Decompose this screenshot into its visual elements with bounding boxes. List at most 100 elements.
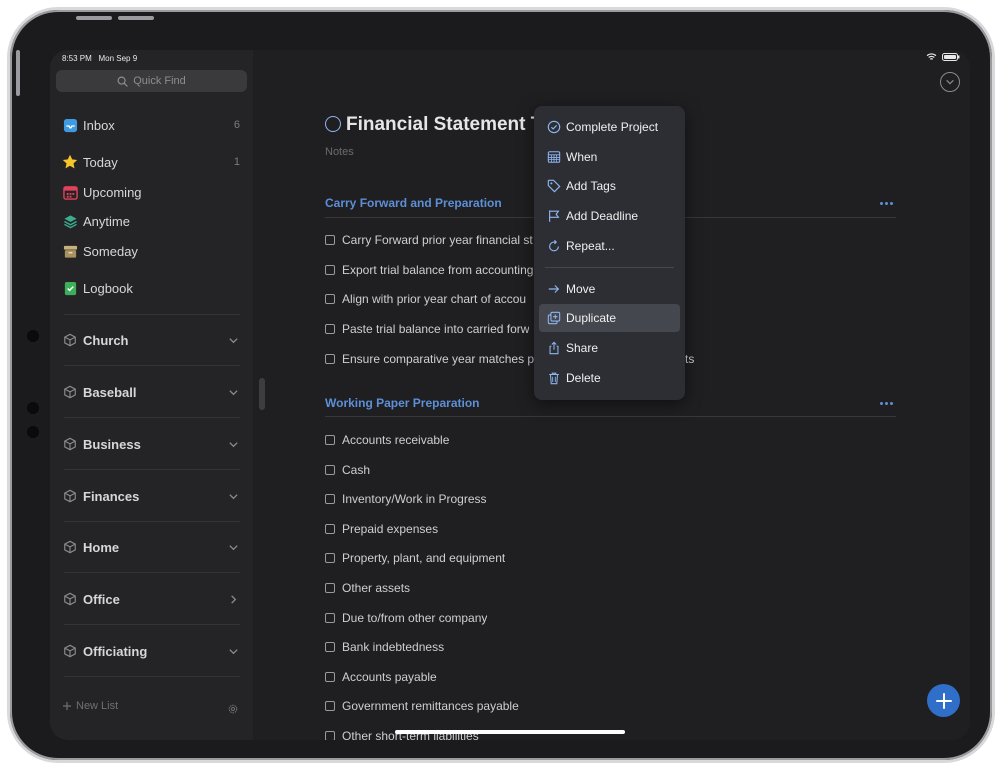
menu-item-delete[interactable]: Delete [539,364,680,392]
quick-find-placeholder: Quick Find [133,75,186,87]
menu-item-move[interactable]: Move [539,275,680,303]
menu-item-add-tags[interactable]: Add Tags [539,172,680,200]
task-checkbox[interactable] [325,642,335,652]
task-item[interactable]: Cash [325,462,370,478]
sidebar-item-upcoming[interactable]: Upcoming [62,182,240,202]
chevron-down-icon [946,79,954,85]
task-checkbox[interactable] [325,354,335,364]
task-item[interactable]: Paste trial balance into carried forw [325,321,529,337]
chevron-down-icon[interactable] [226,489,240,503]
task-checkbox[interactable] [325,494,335,504]
task-item[interactable]: Government remittances payable [325,698,519,714]
menu-item-label: Delete [566,371,601,385]
sidebar-area-office[interactable]: Office [62,589,240,609]
sidebar-area-business[interactable]: Business [62,434,240,454]
chevron-down-icon[interactable] [226,385,240,399]
chevron-down-icon[interactable] [226,333,240,347]
home-indicator[interactable] [395,730,625,734]
task-item[interactable]: Bank indebtedness [325,639,444,655]
section-heading[interactable]: Working Paper Preparation [325,396,479,410]
task-item[interactable]: Export trial balance from accounting [325,262,533,278]
chevron-down-icon[interactable] [226,540,240,554]
new-list-button[interactable]: New List [62,700,118,712]
sidebar-item-label: Today [83,154,118,170]
menu-item-add-deadline[interactable]: Add Deadline [539,202,680,230]
task-item[interactable]: Inventory/Work in Progress [325,491,487,507]
menu-item-when[interactable]: When [539,143,680,171]
section-heading[interactable]: Carry Forward and Preparation [325,196,502,210]
task-item[interactable]: Accounts payable [325,669,437,685]
cube-icon [62,384,78,400]
menu-item-share[interactable]: Share [539,334,680,362]
sidebar-resize-handle[interactable] [259,378,265,410]
more-options-icon[interactable] [880,402,893,405]
add-to-do-button[interactable] [927,684,960,717]
task-checkbox[interactable] [325,731,335,740]
task-title: Carry Forward prior year financial st [342,233,533,247]
sidebar-item-inbox[interactable]: Inbox 6 [62,115,240,135]
task-item[interactable]: Other assets [325,580,410,596]
menu-item-label: Add Tags [566,179,616,193]
archive-box-icon [62,243,78,259]
project-progress-circle[interactable] [325,116,341,132]
camera-dot [27,402,39,414]
settings-gear-icon[interactable] [227,702,239,720]
sidebar-item-today[interactable]: Today 1 [62,152,240,172]
task-checkbox[interactable] [325,324,335,334]
notes-field[interactable]: Notes [325,146,354,158]
sidebar-area-church[interactable]: Church [62,330,240,350]
chevron-right-icon[interactable] [226,592,240,606]
trash-icon [546,371,561,386]
calendar-icon [62,184,78,200]
task-title: Inventory/Work in Progress [342,492,487,506]
task-title: Government remittances payable [342,699,519,713]
sidebar-area-officiating[interactable]: Officiating [62,641,240,661]
task-item[interactable]: Carry Forward prior year financial st [325,232,533,248]
task-checkbox[interactable] [325,235,335,245]
task-title: Accounts receivable [342,433,450,447]
divider [64,521,240,522]
task-item[interactable]: Property, plant, and equipment [325,550,505,566]
menu-separator [545,267,674,268]
task-checkbox[interactable] [325,583,335,593]
task-checkbox[interactable] [325,265,335,275]
sidebar-item-logbook[interactable]: Logbook [62,278,240,298]
menu-item-complete-project[interactable]: Complete Project [539,113,680,141]
ipad-frame: 8:53 PM Mon Sep 9 Quick Find Inbox 6 Tod… [10,10,992,760]
task-item[interactable]: Ensure comparative year matches p [325,351,534,367]
camera-dot [27,426,39,438]
chevron-down-icon[interactable] [226,437,240,451]
chevron-down-icon[interactable] [226,644,240,658]
task-checkbox[interactable] [325,701,335,711]
volume-button [76,16,112,20]
sidebar-area-home[interactable]: Home [62,537,240,557]
menu-item-label: When [566,150,598,164]
task-item[interactable]: Due to/from other company [325,610,487,626]
task-title: Other assets [342,581,411,595]
task-checkbox[interactable] [325,435,335,445]
divider [64,365,240,366]
task-item[interactable]: Prepaid expenses [325,521,438,537]
sidebar-item-someday[interactable]: Someday [62,241,240,261]
task-item[interactable]: Align with prior year chart of accou [325,291,526,307]
task-checkbox[interactable] [325,294,335,304]
menu-item-repeat[interactable]: Repeat... [539,232,680,260]
sidebar-area-baseball[interactable]: Baseball [62,382,240,402]
task-checkbox[interactable] [325,553,335,563]
area-label: Office [83,591,120,607]
cube-icon [62,539,78,555]
menu-item-duplicate[interactable]: Duplicate [539,304,680,332]
task-checkbox[interactable] [325,524,335,534]
more-options-icon[interactable] [880,202,893,205]
sidebar-area-finances[interactable]: Finances [62,486,240,506]
task-item[interactable]: Accounts receivable [325,432,449,448]
sidebar-item-anytime[interactable]: Anytime [62,211,240,231]
collapse-chevron-button[interactable] [940,72,960,92]
menu-item-label: Share [566,341,599,355]
task-checkbox[interactable] [325,672,335,682]
task-checkbox[interactable] [325,613,335,623]
quick-find-input[interactable]: Quick Find [56,70,247,92]
sidebar-item-label: Someday [83,243,138,259]
project-title[interactable]: Financial Statement Te [346,114,536,136]
task-checkbox[interactable] [325,465,335,475]
